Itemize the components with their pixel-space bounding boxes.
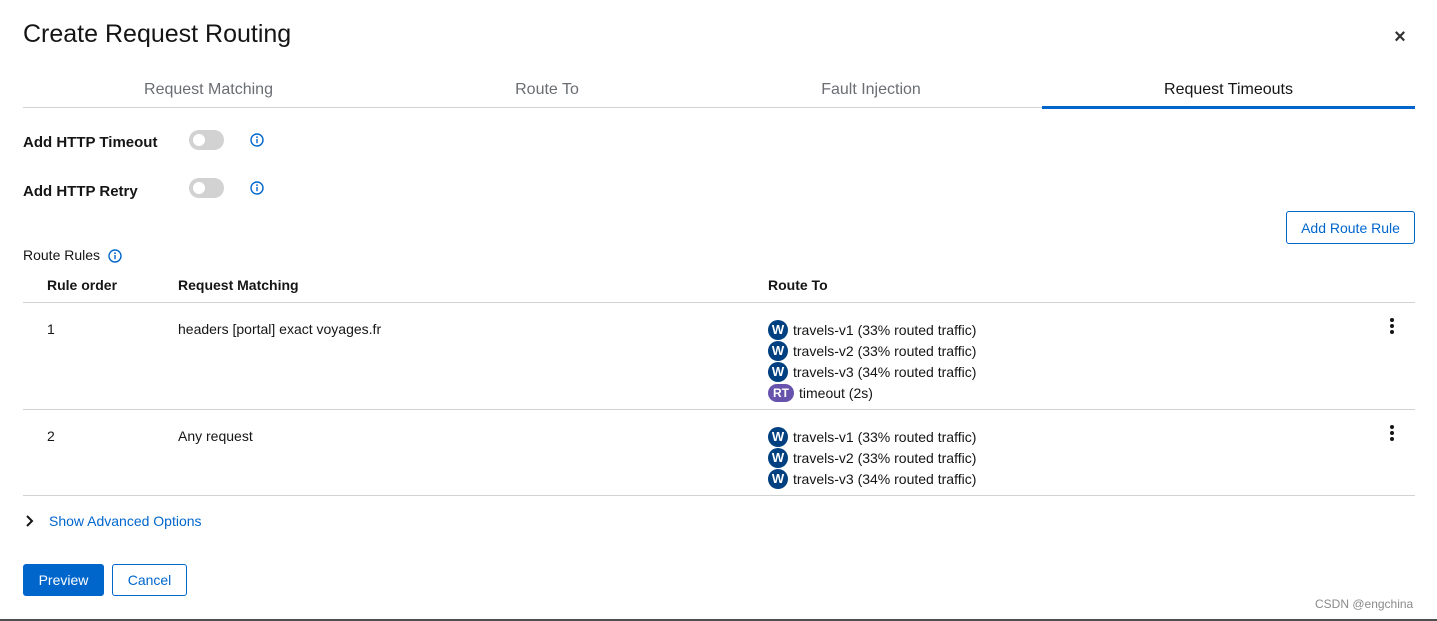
tab-request-matching[interactable]: Request Matching <box>23 72 394 108</box>
route-item: W travels-v2 (33% routed traffic) <box>768 447 976 468</box>
route-text: travels-v3 (34% routed traffic) <box>793 363 977 380</box>
route-item: W travels-v1 (33% routed traffic) <box>768 426 976 447</box>
timeout-badge-icon: RT <box>768 383 794 402</box>
route-rules-label: Route Rules <box>23 247 122 263</box>
http-retry-label: Add HTTP Retry <box>23 183 138 200</box>
rule-order: 2 <box>47 428 55 444</box>
http-timeout-switch[interactable] <box>189 130 224 150</box>
tab-label: Route To <box>515 81 579 98</box>
route-item: W travels-v1 (33% routed traffic) <box>768 319 976 340</box>
http-timeout-label: Add HTTP Timeout <box>23 134 158 151</box>
cancel-button[interactable]: Cancel <box>112 564 187 596</box>
route-to-list: W travels-v1 (33% routed traffic) W trav… <box>768 319 976 403</box>
show-advanced-options-label: Show Advanced Options <box>49 513 202 529</box>
tab-label: Request Matching <box>144 81 273 98</box>
route-rules-table: Rule order Request Matching Route To 1 h… <box>23 270 1415 496</box>
workload-badge-icon: W <box>768 447 788 468</box>
row-actions-kebab-icon[interactable] <box>1386 317 1398 335</box>
tab-fault-injection[interactable]: Fault Injection <box>700 72 1042 108</box>
table-row: 1 headers [portal] exact voyages.fr W tr… <box>23 303 1415 410</box>
workload-badge-icon: W <box>768 340 788 361</box>
rule-order: 1 <box>47 321 55 337</box>
tab-label: Fault Injection <box>821 81 921 98</box>
row-actions-kebab-icon[interactable] <box>1386 424 1398 442</box>
info-icon[interactable] <box>250 181 264 195</box>
route-rules-title: Route Rules <box>23 247 101 263</box>
add-route-rule-button[interactable]: Add Route Rule <box>1286 211 1415 244</box>
column-header-request-matching[interactable]: Request Matching <box>178 277 299 293</box>
tab-bar: Request Matching Route To Fault Injectio… <box>23 72 1415 109</box>
tab-route-to[interactable]: Route To <box>394 72 700 108</box>
close-icon: × <box>1394 26 1406 48</box>
switch-knob <box>193 182 205 194</box>
dialog-title: Create Request Routing <box>23 20 292 48</box>
route-item: RT timeout (2s) <box>768 382 976 403</box>
close-button[interactable]: × <box>1388 26 1412 48</box>
preview-button[interactable]: Preview <box>23 564 104 596</box>
workload-badge-icon: W <box>768 426 788 447</box>
info-icon[interactable] <box>250 133 264 147</box>
http-retry-switch[interactable] <box>189 178 224 198</box>
watermark: CSDN @engchina <box>1315 597 1414 611</box>
table-header: Rule order Request Matching Route To <box>23 270 1415 303</box>
route-text: travels-v1 (33% routed traffic) <box>793 321 977 338</box>
route-item: W travels-v2 (33% routed traffic) <box>768 340 976 361</box>
request-matching: headers [portal] exact voyages.fr <box>178 321 382 337</box>
route-to-list: W travels-v1 (33% routed traffic) W trav… <box>768 426 976 489</box>
workload-badge-icon: W <box>768 361 788 382</box>
switch-knob <box>193 134 205 146</box>
tab-label: Request Timeouts <box>1164 81 1293 98</box>
column-header-route-to[interactable]: Route To <box>768 277 828 293</box>
route-text: travels-v2 (33% routed traffic) <box>793 449 977 466</box>
table-row: 2 Any request W travels-v1 (33% routed t… <box>23 410 1415 496</box>
route-item: W travels-v3 (34% routed traffic) <box>768 468 976 489</box>
route-text: travels-v1 (33% routed traffic) <box>793 428 977 445</box>
workload-badge-icon: W <box>768 319 788 340</box>
workload-badge-icon: W <box>768 468 788 489</box>
route-text: travels-v2 (33% routed traffic) <box>793 342 977 359</box>
request-matching: Any request <box>178 428 253 444</box>
show-advanced-options-toggle[interactable]: Show Advanced Options <box>23 513 202 529</box>
route-item: W travels-v3 (34% routed traffic) <box>768 361 976 382</box>
route-text: timeout (2s) <box>799 384 873 401</box>
chevron-right-icon <box>26 515 34 527</box>
route-text: travels-v3 (34% routed traffic) <box>793 470 977 487</box>
column-header-rule-order[interactable]: Rule order <box>47 277 117 293</box>
info-icon[interactable] <box>108 249 122 263</box>
tab-request-timeouts[interactable]: Request Timeouts <box>1042 72 1415 109</box>
